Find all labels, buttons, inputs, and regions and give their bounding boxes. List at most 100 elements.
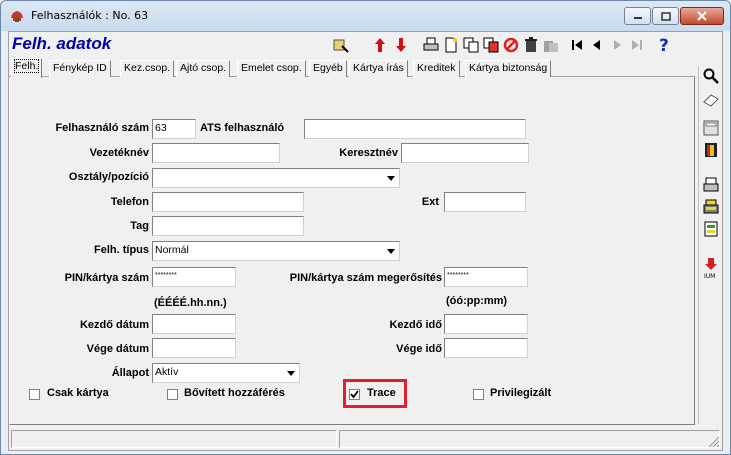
main-window: Felhasználók : No. 63 Felh. adatok ? Fel… xyxy=(0,0,731,455)
tab-access-group[interactable]: Kez.csop. xyxy=(120,60,175,77)
tab-access-group-label: Kez.csop. xyxy=(124,62,171,74)
department-select[interactable] xyxy=(152,168,400,188)
minimize-button[interactable] xyxy=(624,7,651,25)
tab-credits-label: Kreditek xyxy=(417,62,456,74)
header-bar: Felh. adatok ? xyxy=(9,32,722,56)
maximize-button[interactable] xyxy=(652,7,679,25)
door-button[interactable] xyxy=(701,140,721,160)
door-icon xyxy=(705,143,717,157)
last-record-button[interactable] xyxy=(627,35,646,54)
tab-bar: Felh. Fénykép ID Kez.csop. Ajtó csop. Em… xyxy=(9,58,695,78)
cancel-icon xyxy=(503,37,518,52)
tab-credits[interactable]: Kreditek xyxy=(413,60,460,77)
page-title: Felh. adatok xyxy=(12,34,112,53)
print-card-button[interactable] xyxy=(701,197,721,217)
download-arrow-icon: IUM xyxy=(704,258,717,279)
end-time-label: Vége idő xyxy=(396,343,442,355)
firstname-field[interactable] xyxy=(401,143,529,163)
card-only-checkbox[interactable] xyxy=(29,389,40,400)
privileged-checkbox[interactable] xyxy=(473,389,484,400)
maximize-icon xyxy=(660,11,671,21)
ats-user-field[interactable] xyxy=(304,119,526,139)
print-list-button[interactable] xyxy=(701,175,721,195)
delete-button[interactable] xyxy=(521,35,540,54)
save-record-button[interactable] xyxy=(481,35,500,54)
resize-grip-icon[interactable] xyxy=(708,436,720,448)
app-logo-icon xyxy=(11,11,23,22)
user-type-label: Felh. típus xyxy=(94,244,149,256)
ext-field[interactable] xyxy=(444,192,526,212)
tab-floor-group[interactable]: Emelet csop. xyxy=(237,60,306,77)
status-bar xyxy=(9,428,722,450)
tab-card-security-label: Kártya biztonság xyxy=(469,62,548,74)
tab-other-label: Egyéb xyxy=(313,62,343,74)
lastname-field[interactable] xyxy=(152,143,280,163)
checkmark-icon xyxy=(350,390,359,399)
user-type-value: Normál xyxy=(155,244,189,256)
tab-floor-group-label: Emelet csop. xyxy=(241,62,302,74)
search-record-button[interactable] xyxy=(331,35,350,54)
minimize-icon xyxy=(633,17,642,19)
trace-checkbox[interactable] xyxy=(349,389,360,400)
user-number-field[interactable]: 63 xyxy=(152,119,196,139)
save-icon xyxy=(483,37,498,52)
phone-field[interactable] xyxy=(152,192,304,212)
member-field[interactable] xyxy=(152,216,304,236)
report-button[interactable] xyxy=(701,219,721,239)
magnifier-icon xyxy=(703,68,719,84)
tab-door-group-label: Ajtó csop. xyxy=(180,62,227,74)
printer-icon xyxy=(423,37,438,50)
find-button[interactable] xyxy=(701,66,721,86)
tab-photo-id[interactable]: Fénykép ID xyxy=(49,60,111,77)
first-record-button[interactable] xyxy=(567,35,586,54)
tab-card-security[interactable]: Kártya biztonság xyxy=(465,60,552,77)
chevron-down-icon[interactable] xyxy=(383,170,398,186)
cancel-button[interactable] xyxy=(501,35,520,54)
first-icon xyxy=(571,39,582,50)
state-select[interactable]: Aktív xyxy=(152,363,300,383)
pin-label: PIN/kártya szám xyxy=(64,272,149,284)
title-bar[interactable]: Felhasználók : No. 63 xyxy=(1,1,730,31)
card-only-label: Csak kártya xyxy=(47,387,109,399)
import-button[interactable]: IUM xyxy=(701,256,721,280)
tab-other[interactable]: Egyéb xyxy=(309,60,347,77)
end-time-field[interactable] xyxy=(444,338,528,358)
move-down-button[interactable] xyxy=(391,35,410,54)
user-type-select[interactable]: Normál xyxy=(152,241,400,261)
arrow-down-icon xyxy=(395,37,406,52)
chevron-down-icon[interactable] xyxy=(283,365,298,381)
calculator-button[interactable] xyxy=(701,118,721,138)
help-button[interactable]: ? xyxy=(655,35,674,54)
phone-label: Telefon xyxy=(110,196,149,208)
new-record-button[interactable] xyxy=(441,35,460,54)
start-date-label: Kezdő dátum xyxy=(79,319,149,331)
tab-user[interactable]: Felh. xyxy=(11,58,43,78)
extended-access-checkbox[interactable] xyxy=(167,389,178,400)
tab-door-group[interactable]: Ajtó csop. xyxy=(176,60,231,77)
close-icon xyxy=(697,11,707,21)
window-controls xyxy=(623,7,724,25)
end-date-field[interactable] xyxy=(152,338,236,358)
move-up-button[interactable] xyxy=(370,35,389,54)
next-record-button[interactable] xyxy=(607,35,626,54)
pin-confirm-field[interactable]: ******** xyxy=(444,267,528,287)
previous-record-button[interactable] xyxy=(587,35,606,54)
start-date-field[interactable] xyxy=(152,314,236,334)
pin-field[interactable]: ******** xyxy=(152,267,236,287)
clear-button[interactable] xyxy=(701,90,721,110)
end-date-label: Vége dátum xyxy=(86,343,149,355)
delete-all-button[interactable] xyxy=(541,35,560,54)
tab-card-write[interactable]: Kártya írás xyxy=(349,60,408,77)
copy-record-button[interactable] xyxy=(461,35,480,54)
member-label: Tag xyxy=(130,220,149,232)
print-list-icon xyxy=(703,177,719,192)
tab-user-label: Felh. xyxy=(13,59,40,73)
window-title: Felhasználók : No. 63 xyxy=(31,9,149,22)
client-area: Felh. adatok ? Felh. Fénykép ID Kez.csop… xyxy=(8,31,723,451)
print-button[interactable] xyxy=(421,35,440,54)
chevron-down-icon[interactable] xyxy=(383,243,398,259)
lookup-icon xyxy=(333,39,349,53)
close-button[interactable] xyxy=(680,7,724,25)
start-time-field[interactable] xyxy=(444,314,528,334)
time-format-hint: (óó:pp:mm) xyxy=(446,295,508,307)
